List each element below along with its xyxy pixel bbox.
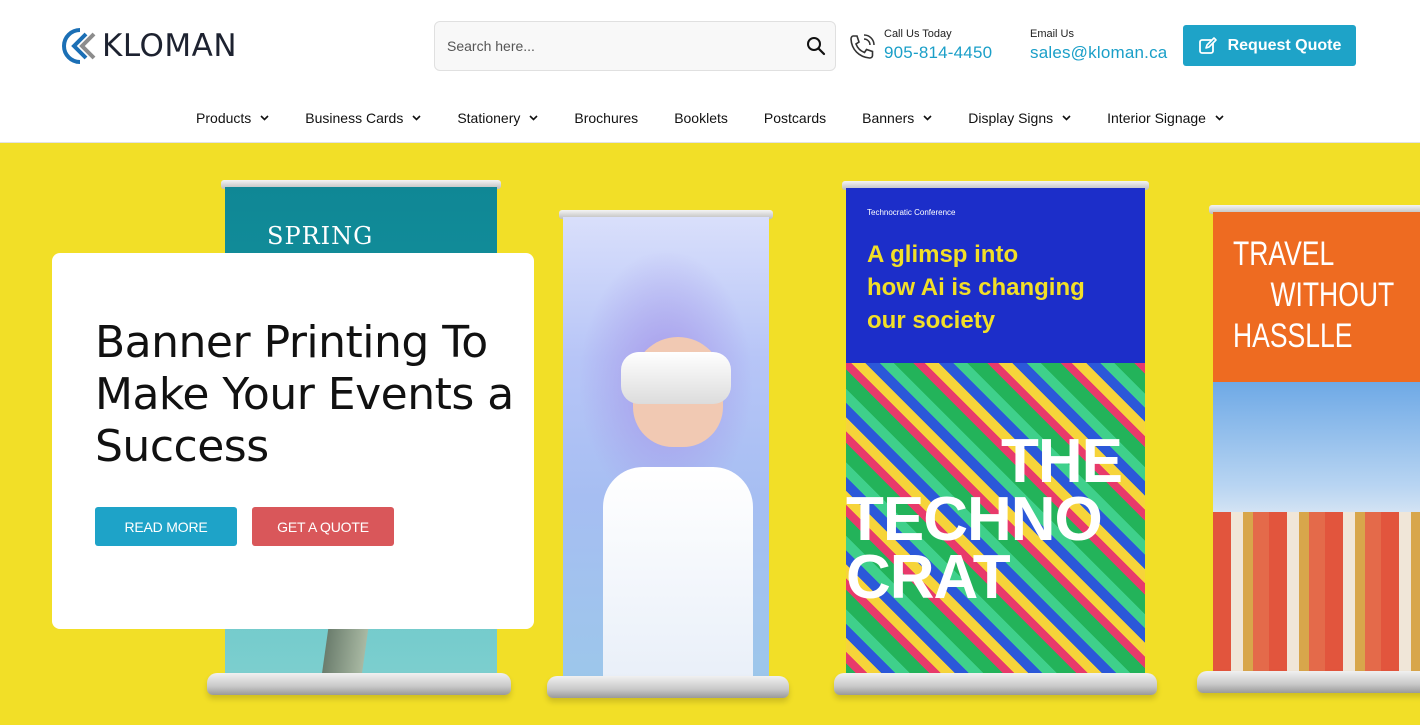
travel-banner-panel: TRAVEL WITHOUT HASSLLE	[1213, 212, 1420, 682]
travel-line-3: HASSLLE	[1233, 317, 1353, 355]
request-quote-button[interactable]: Request Quote	[1183, 25, 1356, 66]
tech-event-name: Technocratic Conference	[867, 208, 956, 217]
travel-line-2: WITHOUT	[1270, 276, 1395, 314]
nav-item-brochures[interactable]: Brochures	[556, 104, 656, 132]
tech-big-title: THE TECHNO CRAT	[846, 427, 1145, 612]
stand-base	[834, 673, 1157, 695]
nav-item-label: Display Signs	[968, 110, 1054, 126]
phone-link[interactable]: 905-814-4450	[884, 43, 992, 63]
nav-item-products[interactable]: Products	[178, 104, 287, 132]
search-input[interactable]	[447, 22, 797, 70]
chevron-down-icon	[923, 115, 932, 121]
tech-big-line-2: TECHNO	[846, 485, 1103, 554]
travel-headline: TRAVEL WITHOUT HASSLLE	[1233, 234, 1394, 357]
search-icon[interactable]	[805, 35, 827, 57]
logo[interactable]: KLOMAN	[60, 26, 237, 66]
nav-item-business-cards[interactable]: Business Cards	[287, 104, 439, 132]
tech-headline-line-3: our society	[867, 307, 996, 334]
chevron-down-icon	[1062, 115, 1071, 121]
vr-banner-stand	[547, 210, 789, 700]
nav-item-label: Booklets	[674, 110, 728, 126]
tech-big-line-3: CRAT	[846, 543, 1011, 612]
nav-item-postcards[interactable]: Postcards	[746, 104, 844, 132]
chevron-down-icon	[260, 115, 269, 121]
shirt	[603, 467, 753, 687]
vr-banner-panel	[563, 217, 769, 687]
nav-item-label: Products	[196, 110, 252, 126]
vr-headset	[621, 352, 731, 404]
nav-item-label: Banners	[862, 110, 915, 126]
hero-card: Banner Printing To Make Your Events a Su…	[52, 253, 534, 629]
stand-base	[207, 673, 511, 695]
nav-item-label: Brochures	[574, 110, 639, 126]
tech-headline-line-1: A glimsp into	[867, 241, 1019, 268]
nav-item-interior-signage[interactable]: Interior Signage	[1089, 104, 1242, 132]
sky	[1213, 382, 1420, 532]
phone-contact: Call Us Today 905-814-4450	[884, 28, 992, 63]
nav-item-display-signs[interactable]: Display Signs	[950, 104, 1089, 132]
get-a-quote-button[interactable]: GET A QUOTE	[252, 507, 394, 546]
tech-headline-line-2: how Ai is changing	[867, 274, 1085, 301]
hero-banner: SPRING Technocratic Conference A glimsp …	[0, 143, 1420, 725]
travel-banner-stand: TRAVEL WITHOUT HASSLLE	[1197, 205, 1420, 700]
spring-banner-text: SPRING	[267, 222, 374, 250]
edit-icon	[1198, 36, 1217, 54]
logo-mark-icon	[62, 28, 96, 64]
tech-big-line-1: THE	[1001, 427, 1123, 496]
tech-headline: A glimsp into how Ai is changing our soc…	[867, 238, 1085, 337]
stand-base	[1197, 671, 1420, 693]
nav-item-label: Postcards	[763, 110, 827, 126]
phone-label: Call Us Today	[884, 28, 952, 40]
nav-item-label: Business Cards	[305, 110, 404, 126]
chevron-down-icon	[529, 115, 538, 121]
nav-item-banners[interactable]: Banners	[844, 104, 950, 132]
chevron-down-icon	[1215, 115, 1224, 121]
site-header: KLOMAN Call Us Today 905-814-4450 Email …	[0, 0, 1420, 143]
travel-line-1: TRAVEL	[1233, 235, 1335, 273]
search-box	[434, 21, 836, 71]
nav-item-booklets[interactable]: Booklets	[656, 104, 746, 132]
technocrat-banner-stand: Technocratic Conference A glimsp into ho…	[834, 181, 1157, 700]
nav-item-label: Stationery	[457, 110, 521, 126]
nav-item-label: Interior Signage	[1107, 110, 1206, 126]
email-link[interactable]: sales@kloman.ca	[1030, 43, 1167, 63]
phone-icon	[850, 34, 875, 59]
chevron-down-icon	[412, 115, 421, 121]
main-nav: Products Business Cards Stationery Brochure…	[0, 104, 1420, 132]
read-more-button[interactable]: READ MORE	[95, 507, 237, 546]
email-contact: Email Us sales@kloman.ca	[1030, 28, 1167, 63]
technocrat-banner-panel: Technocratic Conference A glimsp into ho…	[846, 188, 1145, 680]
nav-item-stationery[interactable]: Stationery	[439, 104, 556, 132]
request-quote-label: Request Quote	[1227, 36, 1342, 54]
hero-title: Banner Printing To Make Your Events a Su…	[95, 317, 514, 472]
stand-base	[547, 676, 789, 698]
email-label: Email Us	[1030, 28, 1075, 40]
logo-text: KLOMAN	[102, 28, 238, 64]
rooftops	[1213, 512, 1420, 682]
